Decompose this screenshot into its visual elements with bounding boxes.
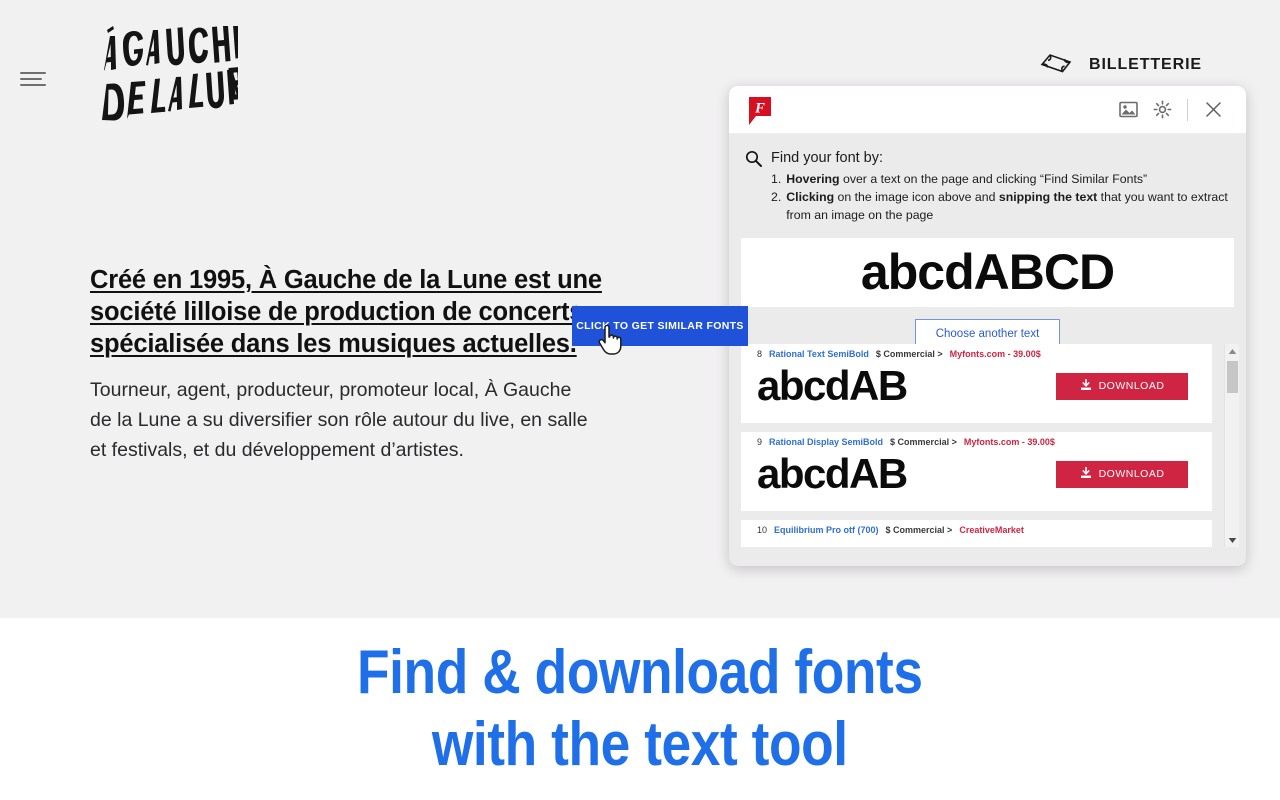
font-name-link[interactable]: Rational Text SemiBold [769,349,869,359]
site-logo[interactable] [88,26,238,126]
font-rank: 8 [757,349,763,359]
font-rank: 9 [757,437,763,447]
instructions-list: 1. Hovering over a text on the page and … [771,171,1230,224]
download-label: DOWNLOAD [1098,468,1165,480]
instruction-rest: over a text on the page and clicking “Fi… [839,172,1148,187]
hamburger-line [20,78,42,80]
hand-pointer-cursor-icon [598,324,622,355]
font-result-meta: 8 Rational Text SemiBold $ Commercial > … [751,349,1202,359]
scrollbar-thumb[interactable] [1227,361,1238,393]
font-license: $ Commercial > [875,349,943,359]
font-license: $ Commercial > [890,437,957,447]
instruction-body: Hovering over a text on the page and cli… [786,171,1147,189]
screenshot-root: BILLETTERIE Créé en 1995, À Gauche de la… [0,0,1280,800]
hamburger-line [20,84,46,86]
extension-header: F [729,86,1246,134]
instruction-mid: on the image icon above and [834,189,999,204]
caption-line-1: Find & download fonts [357,638,923,707]
instruction-bold-lead: Hovering [786,172,840,187]
font-preview-box: abcdABCD [741,237,1234,307]
download-label: DOWNLOAD [1098,380,1165,392]
font-license: $ Commercial > [885,525,953,535]
font-result-row[interactable]: 8 Rational Text SemiBold $ Commercial > … [741,344,1212,423]
font-vendor-link[interactable]: CreativeMarket [959,525,1024,535]
caption-line-2: with the text tool [432,710,848,779]
font-result-meta: 10 Equilibrium Pro otf (700) $ Commercia… [751,525,1202,535]
font-name-link[interactable]: Rational Display SemiBold [769,437,883,447]
ticketing-link[interactable]: BILLETTERIE [1039,52,1202,78]
body-paragraph: Tourneur, agent, producteur, promoteur l… [90,379,588,461]
font-sample-text: abcdAB [757,450,908,497]
hamburger-menu-icon[interactable] [20,72,46,86]
font-result-row[interactable]: 9 Rational Display SemiBold $ Commercial… [741,432,1212,511]
font-result-meta: 9 Rational Display SemiBold $ Commercial… [751,437,1202,447]
instructions-text: Find your font by: 1. Hovering over a te… [771,148,1230,225]
instruction-item: 1. Hovering over a text on the page and … [771,171,1230,189]
caret-up-icon[interactable] [1225,344,1240,358]
font-result-row[interactable]: 10 Equilibrium Pro otf (700) $ Commercia… [741,520,1212,547]
hamburger-line [20,72,46,74]
preview-sample-text: abcdABCD [860,244,1115,300]
font-vendor-link[interactable]: Myfonts.com - 39.00$ [964,437,1055,447]
font-sample-row: abcdAB DOWNLOAD [751,539,1202,547]
font-results-area: 8 Rational Text SemiBold $ Commercial > … [729,344,1246,547]
instruction-item: 2. Clicking on the image icon above and … [771,189,1230,225]
instruction-number: 2. [771,189,782,204]
instruction-bold-mid: snipping the text [998,189,1098,204]
fontanello-extension-panel: F Find your font by: 1. Hovering over a … [729,86,1246,566]
download-icon [1080,378,1092,394]
magnifier-icon [745,150,762,225]
font-sample-row: abcdAB DOWNLOAD [751,360,1202,412]
instructions-block: Find your font by: 1. Hovering over a te… [729,134,1246,231]
svg-text:F: F [754,100,765,116]
caret-down-icon[interactable] [1225,533,1240,547]
font-name-link[interactable]: Equilibrium Pro otf (700) [774,525,879,535]
download-button[interactable]: DOWNLOAD [1056,372,1188,400]
download-button[interactable]: DOWNLOAD [1056,460,1188,488]
instruction-body: Clicking on the image icon above and sni… [786,189,1230,225]
font-sample-text: abcdAB [751,539,908,547]
lead-heading-text: Créé en 1995, À Gauche de la Lune est un… [90,266,602,358]
font-vendor-link[interactable]: Myfonts.com - 39.00$ [950,349,1041,359]
font-results-list[interactable]: 8 Rational Text SemiBold $ Commercial > … [729,344,1224,547]
fontanello-flag-logo-icon: F [747,96,773,126]
font-sample-row: abcdAB DOWNLOAD [751,448,1202,500]
ticket-icon [1039,52,1073,78]
gear-icon[interactable] [1145,95,1179,125]
close-icon[interactable] [1196,95,1230,125]
font-rank: 10 [757,525,768,535]
lead-heading: Créé en 1995, À Gauche de la Lune est un… [90,264,610,360]
ticketing-label: BILLETTERIE [1088,56,1202,73]
caption-area: Find & download fonts with the text tool [0,618,1280,800]
results-scrollbar[interactable] [1224,344,1239,547]
instruction-bold-lead: Clicking [786,189,835,204]
instruction-number: 1. [771,172,782,187]
image-snip-icon[interactable] [1111,95,1145,125]
header-divider [1187,98,1188,121]
instructions-title: Find your font by: [771,150,884,166]
font-sample-text: abcdAB [757,362,908,409]
download-icon [1080,466,1092,482]
